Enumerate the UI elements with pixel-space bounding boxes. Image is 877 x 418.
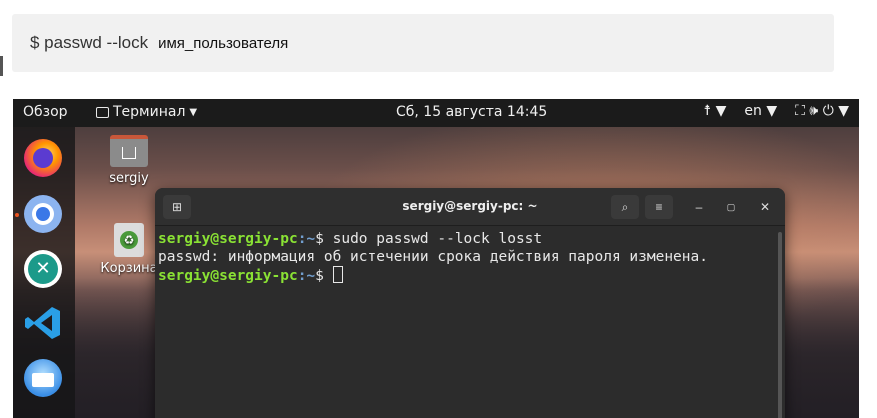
firefox-icon[interactable]	[24, 139, 62, 177]
chevron-down-icon: ▼	[838, 103, 849, 119]
maximize-icon: ▢	[726, 201, 736, 212]
app-menu-label: Терминал	[113, 104, 186, 120]
code-argument: имя_пользователя	[158, 34, 289, 52]
keyboard-layout-menu[interactable]: en ▼	[744, 103, 777, 119]
desktop-trash[interactable]: ♻ Корзина	[96, 223, 162, 276]
desktop-screenshot: Обзор Терминал ▼ Сб, 15 августа 14:45 ☨ …	[13, 99, 859, 418]
prompt-path: :~	[297, 268, 316, 284]
close-icon: ✕	[759, 200, 771, 214]
terminal-output[interactable]: sergiy@sergiy-pc:~$ sudo passwd --lock l…	[155, 226, 785, 289]
terminal-app-icon	[96, 106, 109, 118]
trash-label: Корзина	[100, 261, 158, 276]
remmina-icon[interactable]: ✕	[24, 250, 62, 288]
prompt-symbol: $	[315, 268, 333, 284]
page-margin-line	[0, 56, 3, 76]
terminal-window[interactable]: ⊞ sergiy@sergiy-pc: ~ ⌕ ≡ – ▢ ✕ sergiy@s…	[155, 188, 785, 418]
top-bar: Обзор Терминал ▼ Сб, 15 августа 14:45 ☨ …	[13, 99, 859, 127]
search-button[interactable]: ⌕	[611, 195, 639, 219]
chromium-icon[interactable]	[24, 195, 62, 233]
chevron-down-icon: ▼	[189, 106, 198, 118]
desktop-home-folder[interactable]: sergiy	[101, 135, 157, 186]
maximize-button[interactable]: ▢	[719, 195, 743, 219]
prompt-path: :~	[297, 231, 316, 247]
output-line: passwd: информация об истечении срока де…	[158, 249, 708, 265]
thunderbird-icon[interactable]	[24, 359, 62, 397]
folder-icon	[110, 135, 148, 167]
prompt-user: sergiy@sergiy-pc	[158, 268, 298, 284]
accessibility-menu[interactable]: ☨ ▼	[704, 103, 727, 119]
power-icon: ⏻	[822, 103, 834, 119]
vscode-icon[interactable]	[24, 304, 62, 342]
system-menu[interactable]: ⛶ 🕪 ⏻ ▼	[795, 103, 849, 119]
activities-button[interactable]: Обзор	[23, 104, 68, 120]
network-icon: ⛶	[795, 103, 805, 119]
text-cursor	[332, 266, 343, 283]
code-block: $ passwd --lock имя_пользователя	[12, 14, 834, 72]
scrollbar[interactable]	[778, 232, 782, 418]
search-icon: ⌕	[621, 199, 629, 214]
dock: ✕	[13, 127, 75, 418]
running-indicator	[15, 213, 19, 217]
hamburger-icon: ≡	[655, 200, 663, 214]
minimize-button[interactable]: –	[687, 195, 711, 219]
terminal-headerbar[interactable]: ⊞ sergiy@sergiy-pc: ~ ⌕ ≡ – ▢ ✕	[155, 188, 785, 226]
command-text: $ sudo passwd --lock losst	[315, 231, 543, 247]
close-button[interactable]: ✕	[753, 195, 777, 219]
prompt-user: sergiy@sergiy-pc	[158, 231, 298, 247]
accessibility-icon: ☨	[703, 103, 712, 119]
app-menu[interactable]: Терминал ▼	[96, 104, 197, 120]
chevron-down-icon: ▼	[766, 103, 778, 119]
minimize-icon: –	[695, 200, 703, 214]
chevron-down-icon: ▼	[715, 103, 727, 119]
volume-icon: 🕪	[809, 103, 819, 119]
clock[interactable]: Сб, 15 августа 14:45	[396, 104, 547, 120]
home-folder-label: sergiy	[109, 171, 149, 186]
code-command: $ passwd --lock	[30, 33, 149, 52]
language-label: en	[744, 103, 762, 119]
trash-icon: ♻	[114, 223, 144, 257]
menu-button[interactable]: ≡	[645, 195, 673, 219]
